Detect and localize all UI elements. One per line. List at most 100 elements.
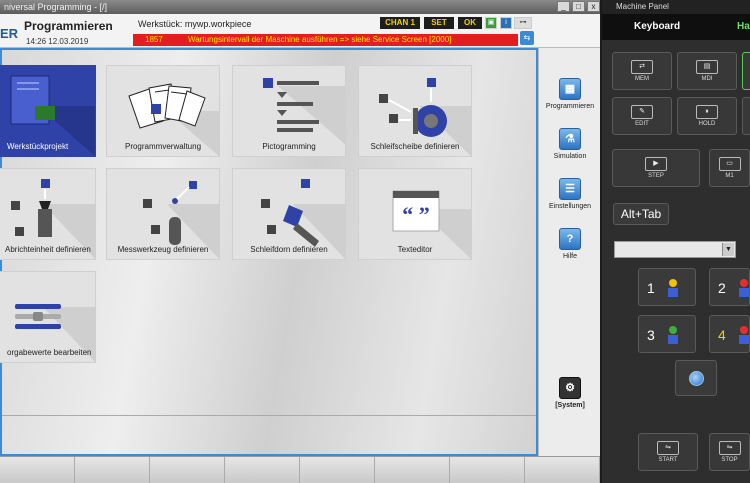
handwheel-mode-button[interactable]	[742, 52, 750, 90]
softkey[interactable]	[0, 457, 75, 483]
button-label: MEM	[635, 76, 649, 82]
help-icon: ?	[559, 228, 581, 250]
channel-3-button[interactable]: 3	[638, 315, 696, 353]
alarm-number: 1857	[145, 35, 163, 44]
softkey[interactable]	[450, 457, 525, 483]
sidebar-item-system[interactable]: ⚙ [System]	[541, 373, 599, 421]
tile-area: Werkstückprojekt Programmverwaltung Pict…	[0, 48, 538, 456]
softkey[interactable]	[375, 457, 450, 483]
tile-messwerkzeug[interactable]: Messwerkzeug definieren	[106, 168, 220, 260]
tile-werkstueckprojekt[interactable]: Werkstückprojekt	[0, 65, 96, 157]
maximize-button[interactable]: □	[572, 1, 585, 12]
set-indicator[interactable]: SET	[424, 17, 454, 29]
tile-schleifdorn[interactable]: Schleifdorn definieren	[232, 168, 346, 260]
tile-label: Schleifscheibe definieren	[370, 142, 460, 151]
mdi-icon: ▤	[696, 60, 718, 74]
tile-label: Messwerkzeug definieren	[117, 245, 209, 254]
hold-icon: ⏸	[696, 105, 718, 119]
circle-icon	[689, 371, 704, 386]
hold-button[interactable]: ⏸ HOLD	[677, 97, 737, 135]
divider	[2, 415, 536, 416]
center-button[interactable]	[675, 360, 717, 396]
app-header: ER Programmieren 14:26 12.03.2019 Werkst…	[0, 14, 600, 48]
start-button[interactable]: ⇋ START	[638, 433, 698, 471]
sidebar-item-label: Simulation	[553, 153, 587, 160]
softkey[interactable]	[225, 457, 300, 483]
panel-dropdown[interactable]: ▼	[614, 241, 736, 258]
settings-icon: ☰	[559, 178, 581, 200]
tile-label: Werkstückprojekt	[7, 142, 69, 151]
sidebar-item-label: Programmieren	[545, 103, 595, 110]
brand-logo: ER	[0, 26, 19, 41]
button-label: M1	[725, 173, 734, 179]
stop-icon: ⇋	[718, 441, 741, 455]
tab-handwheel[interactable]: Han	[737, 14, 750, 40]
workpiece-label: Werkstück: mywp.workpiece	[138, 19, 252, 29]
button-label: EDIT	[635, 121, 649, 127]
channel-number: 2	[718, 280, 726, 296]
stop-button[interactable]: ⇋ STOP	[709, 433, 750, 471]
sidebar-item-programmieren[interactable]: ▦ Programmieren	[541, 74, 599, 122]
channel-1-button[interactable]: 1	[638, 268, 696, 306]
softkey[interactable]	[525, 457, 600, 483]
alt-tab-button[interactable]: Alt+Tab	[613, 203, 669, 225]
window-titlebar: niversal Programming - [/] _ □ x	[0, 0, 600, 14]
button-label: STEP	[648, 173, 664, 179]
operator-red-icon	[739, 326, 749, 344]
tile-texteditor[interactable]: “ ” Texteditor	[358, 168, 472, 260]
close-button[interactable]: x	[587, 1, 600, 12]
step-button[interactable]: ▶ STEP	[612, 149, 700, 187]
sidebar-item-label: Einstellungen	[548, 203, 592, 210]
window-controls: _ □ x	[557, 1, 600, 12]
tile-label: Texteditor	[397, 245, 433, 254]
edit-button[interactable]: ✎ EDIT	[612, 97, 672, 135]
tile-schleifscheibe[interactable]: Schleifscheibe definieren	[358, 65, 472, 157]
sidebar-item-label: Hilfe	[562, 253, 577, 260]
tile-abrichteinheit[interactable]: Abrichteinheit definieren	[0, 168, 96, 260]
mem-button[interactable]: ⇄ MEM	[612, 52, 672, 90]
sidebar-item-einstellungen[interactable]: ☰ Einstellungen	[541, 174, 599, 222]
tile-vorgabewerte[interactable]: orgabewerte bearbeiten	[0, 271, 96, 363]
button-label: STOP	[721, 457, 738, 463]
panel-header: Keyboard Han	[602, 14, 750, 40]
tile-pictogramming[interactable]: Pictogramming	[232, 65, 346, 157]
programming-icon: ▦	[559, 78, 581, 100]
alarm-message: Wartungsintervall der Maschine ausführen…	[188, 35, 452, 44]
ok-indicator[interactable]: OK	[458, 17, 482, 29]
chevron-down-icon[interactable]: ▼	[722, 243, 734, 256]
alarm-acknowledge-icon[interactable]: ⇆	[520, 31, 534, 45]
tab-keyboard[interactable]: Keyboard	[634, 14, 680, 40]
softkey[interactable]	[300, 457, 375, 483]
info-icon[interactable]: i	[500, 17, 512, 29]
m1-button[interactable]: ▭ M1	[709, 149, 750, 187]
sidebar-item-hilfe[interactable]: ? Hilfe	[541, 224, 599, 272]
button-label: START	[658, 457, 678, 463]
channel-2-button[interactable]: 2	[709, 268, 750, 306]
window-title: niversal Programming - [/]	[4, 2, 108, 12]
right-sidebar: ▦ Programmieren ⚗ Simulation ☰ Einstellu…	[538, 48, 600, 456]
tile-label: orgabewerte bearbeiten	[7, 348, 92, 357]
screen: niversal Programming - [/] _ □ x ER Prog…	[0, 0, 750, 483]
softkey[interactable]	[150, 457, 225, 483]
button-label: HOLD	[698, 121, 716, 127]
status-ok-icon[interactable]: ▣	[485, 17, 497, 29]
minimize-button[interactable]: _	[557, 1, 570, 12]
channel-number: 4	[718, 327, 726, 343]
panel-button[interactable]	[742, 97, 750, 135]
softkey-bar	[0, 456, 600, 483]
sidebar-item-simulation[interactable]: ⚗ Simulation	[541, 124, 599, 172]
channel-4-button[interactable]: 4	[709, 315, 750, 353]
operator-yellow-icon	[668, 279, 678, 297]
sidebar-item-label: [System]	[555, 402, 585, 409]
edit-icon: ✎	[631, 105, 653, 119]
channel-indicator[interactable]: CHAN 1	[380, 17, 420, 29]
panel-title: Machine Panel	[602, 0, 750, 14]
alarm-bar[interactable]: 1857 Wartungsintervall der Maschine ausf…	[133, 34, 518, 46]
softkey[interactable]	[75, 457, 150, 483]
machine-icon[interactable]: ⊶	[514, 17, 532, 29]
mem-icon: ⇄	[631, 60, 653, 74]
gear-icon: ⚙	[559, 377, 581, 399]
button-label: MDI	[701, 76, 713, 82]
tile-programmverwaltung[interactable]: Programmverwaltung	[106, 65, 220, 157]
mdi-button[interactable]: ▤ MDI	[677, 52, 737, 90]
